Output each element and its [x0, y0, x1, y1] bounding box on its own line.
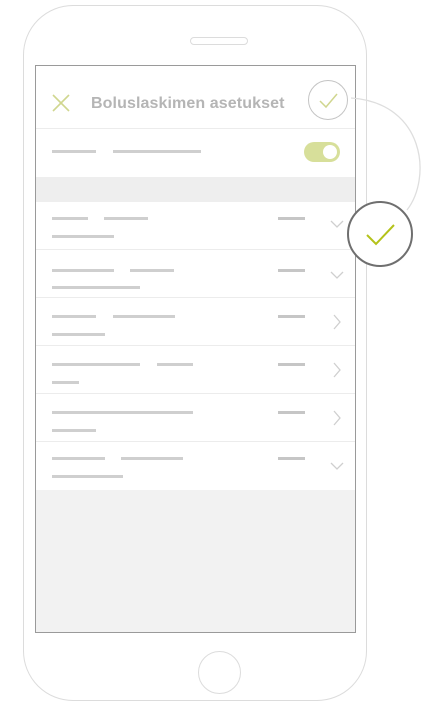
check-icon: [319, 93, 338, 109]
item-label-placeholder: [121, 457, 183, 460]
item-label-placeholder: [52, 315, 96, 318]
close-button[interactable]: [50, 92, 72, 114]
phone-speaker: [190, 37, 248, 45]
chevron-right-icon: [333, 410, 341, 426]
chevron-right-icon: [333, 362, 341, 378]
item-value-placeholder: [278, 411, 305, 414]
item-value-placeholder: [278, 315, 305, 318]
item-sublabel-placeholder: [52, 381, 79, 384]
chevron-down-icon: [330, 462, 344, 470]
chevron-right-icon: [333, 314, 341, 330]
item-value-placeholder: [278, 457, 305, 460]
item-label-placeholder: [157, 363, 193, 366]
item-sublabel-placeholder: [52, 333, 105, 336]
chevron-down-icon: [330, 271, 344, 279]
page-title: Boluslaskimen asetukset: [91, 95, 285, 112]
app-screen: Boluslaskimen asetukset: [35, 65, 356, 633]
item-label-placeholder: [130, 269, 174, 272]
save-button[interactable]: [308, 80, 348, 120]
item-sublabel-placeholder: [52, 475, 123, 478]
item-label-placeholder: [52, 217, 88, 220]
list-item[interactable]: [36, 250, 355, 298]
item-label-placeholder: [113, 315, 175, 318]
home-button[interactable]: [198, 651, 241, 694]
app-header: Boluslaskimen asetukset: [36, 66, 355, 129]
item-label-placeholder: [104, 217, 148, 220]
confirm-callout-button[interactable]: [347, 201, 413, 267]
item-label-placeholder: [52, 411, 193, 414]
check-icon: [366, 224, 395, 246]
item-value-placeholder: [278, 363, 305, 366]
list-item[interactable]: [36, 394, 355, 442]
toggle-knob: [323, 145, 337, 159]
settings-list: [36, 202, 355, 490]
chevron-down-icon: [330, 220, 344, 228]
item-sublabel-placeholder: [52, 235, 114, 238]
setting-label-placeholder: [113, 150, 201, 153]
list-item[interactable]: [36, 442, 355, 490]
setting-label-placeholder: [52, 150, 96, 153]
item-sublabel-placeholder: [52, 429, 96, 432]
item-sublabel-placeholder: [52, 286, 140, 289]
section-divider: [36, 177, 355, 202]
toggle-setting-row: [36, 129, 355, 177]
item-value-placeholder: [278, 269, 305, 272]
item-label-placeholder: [52, 363, 140, 366]
item-label-placeholder: [52, 269, 114, 272]
setting-toggle[interactable]: [304, 142, 340, 162]
close-icon: [52, 94, 70, 112]
list-item[interactable]: [36, 298, 355, 346]
list-item[interactable]: [36, 346, 355, 394]
list-item[interactable]: [36, 202, 355, 250]
item-label-placeholder: [52, 457, 105, 460]
item-value-placeholder: [278, 217, 305, 220]
